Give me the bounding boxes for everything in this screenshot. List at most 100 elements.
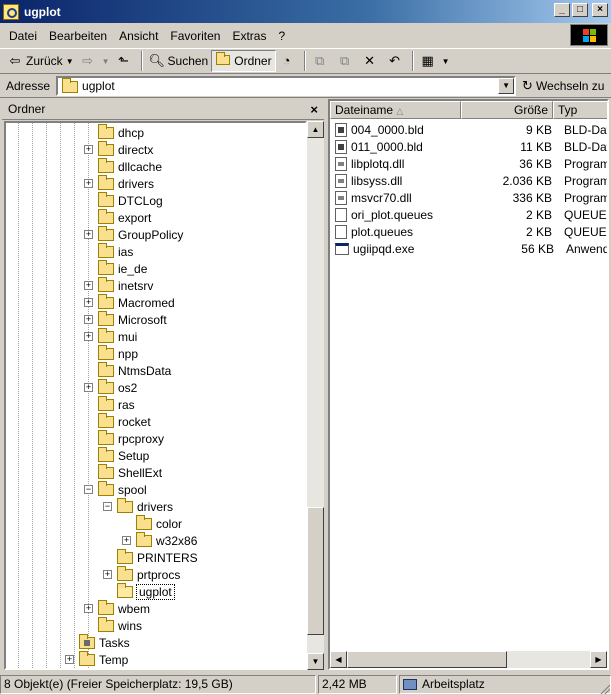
menu-ansicht[interactable]: Ansicht [113, 29, 164, 43]
search-button[interactable]: 🔍︎ Suchen [146, 50, 212, 72]
tree-node[interactable]: ugplot [117, 582, 175, 600]
menu-favoriten[interactable]: Favoriten [164, 29, 226, 43]
collapse-icon[interactable]: − [84, 485, 93, 494]
tree-node[interactable]: ras [98, 395, 135, 413]
back-button[interactable]: ⇦ Zurück ▼ [4, 50, 77, 72]
expand-icon[interactable]: + [103, 570, 112, 579]
expand-icon[interactable]: + [84, 230, 93, 239]
file-row[interactable]: msvcr70.dll 336 KB Programmbibliothek [330, 189, 607, 206]
close-button[interactable]: × [592, 3, 608, 17]
tree-node[interactable]: ShellExt [98, 463, 162, 481]
file-row[interactable]: plot.queues 2 KB QUEUES-Datei [330, 223, 607, 240]
tree-node[interactable]: + os2 [84, 378, 137, 396]
back-dropdown-icon[interactable]: ▼ [66, 57, 74, 66]
history-button[interactable]: ◔ [276, 50, 301, 72]
tree-node[interactable]: + wbem [84, 599, 151, 617]
tree-node-label: Macromed [118, 295, 175, 310]
file-row[interactable]: ori_plot.queues 2 KB QUEUES-Datei [330, 206, 607, 223]
tree-node[interactable]: npp [98, 344, 138, 362]
tree-node[interactable]: + Microsoft [84, 310, 167, 328]
go-button[interactable]: ↻ Wechseln zu [522, 78, 604, 94]
menu-datei[interactable]: Datei [3, 29, 43, 43]
address-input[interactable]: ugplot ▼ [56, 75, 517, 96]
tree-node[interactable]: export [98, 208, 151, 226]
views-button[interactable]: ▦ ▼ [417, 50, 453, 72]
menu-help[interactable]: ? [272, 29, 291, 43]
tree-node[interactable]: rocket [98, 412, 151, 430]
menu-extras[interactable]: Extras [226, 29, 272, 43]
column-size-header[interactable]: Größe [461, 101, 553, 119]
folder-tree[interactable]: dhcp + directx dllcache + drivers DTCLog export… [4, 121, 307, 670]
tree-node[interactable]: Tasks [79, 633, 130, 651]
folder-tree-scrollbar[interactable]: ▲ ▼ [307, 121, 324, 670]
minimize-button[interactable]: _ [554, 3, 570, 17]
tree-node[interactable]: + w32x86 [122, 531, 197, 549]
expand-icon[interactable]: + [122, 536, 131, 545]
tree-node[interactable]: + Temp [65, 650, 128, 668]
tree-node[interactable]: − spool [84, 480, 147, 498]
file-list-hscrollbar[interactable]: ◀ ▶ [330, 651, 607, 668]
column-type-header[interactable]: Typ [553, 101, 607, 119]
file-row[interactable]: libsyss.dll 2.036 KB Programmbibliothek [330, 172, 607, 189]
tree-node[interactable]: Setup [98, 446, 149, 464]
expand-icon[interactable]: + [84, 383, 93, 392]
tree-node[interactable]: + mui [84, 327, 137, 345]
address-label: Adresse [6, 78, 51, 93]
scroll-right-button[interactable]: ▶ [590, 651, 607, 668]
scroll-down-button[interactable]: ▼ [307, 653, 324, 670]
scroll-thumb[interactable] [307, 507, 324, 635]
expand-icon[interactable]: + [84, 179, 93, 188]
folders-button[interactable]: Ordner [211, 50, 276, 72]
forward-dropdown-icon[interactable]: ▼ [102, 57, 110, 66]
scroll-up-button[interactable]: ▲ [307, 121, 324, 138]
tree-node[interactable]: DTCLog [98, 191, 163, 209]
expand-icon[interactable]: + [84, 332, 93, 341]
tree-node[interactable]: + directx [84, 140, 153, 158]
file-row[interactable]: 004_0000.bld 9 KB BLD-Datei [330, 121, 607, 138]
views-dropdown-icon[interactable]: ▼ [442, 57, 450, 66]
tree-node[interactable]: + drivers [84, 174, 154, 192]
menu-bearbeiten[interactable]: Bearbeiten [43, 29, 113, 43]
address-dropdown-button[interactable]: ▼ [498, 77, 515, 94]
tree-node[interactable]: + Macromed [84, 293, 175, 311]
tree-node[interactable]: NtmsData [98, 361, 171, 379]
forward-button[interactable]: ⇨ ▼ [77, 50, 113, 72]
scroll-left-button[interactable]: ◀ [330, 651, 347, 668]
resize-grip[interactable] [598, 682, 610, 694]
hscroll-thumb[interactable] [347, 651, 507, 668]
file-row[interactable]: libplotq.dll 36 KB Programmbibliothek [330, 155, 607, 172]
tree-node[interactable]: ias [98, 242, 133, 260]
tree-node[interactable]: + prtprocs [103, 565, 180, 583]
expand-icon[interactable]: + [84, 315, 93, 324]
tree-node[interactable]: + inetsrv [84, 276, 153, 294]
tree-node[interactable]: + GroupPolicy [84, 225, 183, 243]
collapse-icon[interactable]: − [103, 502, 112, 511]
expand-icon[interactable]: + [84, 604, 93, 613]
tree-node[interactable]: dhcp [98, 123, 144, 141]
tree-node[interactable]: color [136, 514, 182, 532]
move-to-button[interactable]: ⧉ [309, 50, 334, 72]
column-name-header[interactable]: Dateiname △ [330, 101, 461, 119]
tree-node[interactable]: dllcache [98, 157, 162, 175]
file-list[interactable]: Dateiname △ Größe Typ 004_0000.bld 9 KB BL… [328, 99, 609, 670]
undo-button[interactable]: ↶ [384, 50, 409, 72]
file-row[interactable]: 011_0000.bld 11 KB BLD-Datei [330, 138, 607, 155]
copy-to-button[interactable]: ⧉ [334, 50, 359, 72]
tree-node[interactable]: wins [98, 616, 142, 634]
tree-node[interactable]: ie_de [98, 259, 147, 277]
expand-icon[interactable]: + [84, 145, 93, 154]
folder-icon [98, 616, 114, 632]
expand-icon[interactable]: + [84, 298, 93, 307]
tree-node-label: DTCLog [118, 193, 163, 208]
tree-node[interactable]: PRINTERS [117, 548, 198, 566]
up-button[interactable]: ⬑ [113, 50, 138, 72]
tree-node[interactable]: − drivers [103, 497, 173, 515]
folder-pane-close-button[interactable]: × [310, 102, 318, 117]
tree-node[interactable]: rpcproxy [98, 429, 164, 447]
maximize-button[interactable]: □ [572, 3, 588, 17]
delete-button[interactable]: ✕ [359, 50, 384, 72]
file-row[interactable]: ugiipqd.exe 56 KB Anwendung [330, 240, 607, 257]
tree-node-label: wbem [118, 601, 151, 616]
expand-icon[interactable]: + [84, 281, 93, 290]
expand-icon[interactable]: + [65, 655, 74, 664]
